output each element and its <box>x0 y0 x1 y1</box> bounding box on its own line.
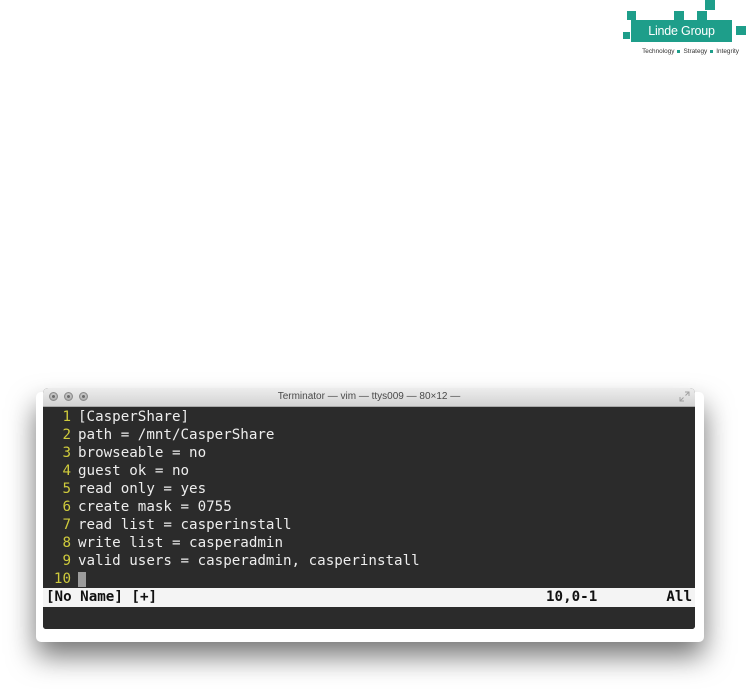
line-number: 9 <box>62 553 71 569</box>
line-text: read only = yes <box>78 481 207 497</box>
line-number: 7 <box>62 517 71 533</box>
line-number: 1 <box>62 409 71 425</box>
terminal-area[interactable]: 1 [CasperShare] 2 path = /mnt/CasperShare … <box>43 407 695 629</box>
tagline-word: Strategy <box>683 48 708 55</box>
buffer-name: [No Name] [+] <box>46 589 158 605</box>
vim-status-bar: [No Name] [+] 10,0-1 All <box>43 588 695 607</box>
editor-line: 2 path = /mnt/CasperShare <box>43 426 274 444</box>
line-number: 8 <box>62 535 71 551</box>
line-number: 4 <box>62 463 71 479</box>
editor-line: 8 write list = casperadmin <box>43 534 283 552</box>
cursor-position: 10,0-1 <box>546 589 598 605</box>
tagline-dot-icon <box>677 49 681 53</box>
tagline-word: Integrity <box>716 48 739 55</box>
logo-square <box>705 0 715 10</box>
editor-line: 5 read only = yes <box>43 480 206 498</box>
line-text: write list = casperadmin <box>78 535 283 551</box>
scroll-indicator: All <box>666 589 692 605</box>
tagline-word: Technology <box>642 48 675 55</box>
line-number: 3 <box>62 445 71 461</box>
logo-square <box>627 11 636 20</box>
line-number: 5 <box>62 481 71 497</box>
logo-square <box>623 32 630 39</box>
window-title: Terminator — vim — ttys009 — 80×12 — <box>277 391 461 402</box>
logo-tagline: Technology Strategy Integrity <box>618 48 747 55</box>
editor-line: 3 browseable = no <box>43 444 206 462</box>
line-text: create mask = 0755 <box>78 499 232 515</box>
logo-brand-name: Linde Group <box>648 24 715 38</box>
editor-line: 10 <box>43 570 86 588</box>
line-text: path = /mnt/CasperShare <box>78 427 275 443</box>
terminal-window[interactable]: Terminator — vim — ttys009 — 80×12 — 1 [C… <box>43 388 695 629</box>
editor-line: 4 guest ok = no <box>43 462 189 480</box>
editor-line: 9 valid users = casperadmin, casperinstal… <box>43 552 420 570</box>
fullscreen-icon[interactable] <box>679 391 690 402</box>
line-text: [CasperShare] <box>78 409 190 425</box>
editor-line: 1 [CasperShare] <box>43 408 189 426</box>
title-bar[interactable]: Terminator — vim — ttys009 — 80×12 — <box>43 388 695 407</box>
linde-group-logo: Linde Group Technology Strategy Integrity <box>618 0 747 62</box>
line-text: read list = casperinstall <box>78 517 292 533</box>
tagline-dot-icon <box>710 49 714 53</box>
editor-line: 7 read list = casperinstall <box>43 516 292 534</box>
logo-square <box>736 26 746 35</box>
line-text: guest ok = no <box>78 463 190 479</box>
line-number: 2 <box>62 427 71 443</box>
text-cursor <box>78 571 86 587</box>
line-number: 6 <box>62 499 71 515</box>
line-text: browseable = no <box>78 445 207 461</box>
line-number: 10 <box>53 571 71 587</box>
line-text: valid users = casperadmin, casperinstall <box>78 553 420 569</box>
editor-line: 6 create mask = 0755 <box>43 498 232 516</box>
